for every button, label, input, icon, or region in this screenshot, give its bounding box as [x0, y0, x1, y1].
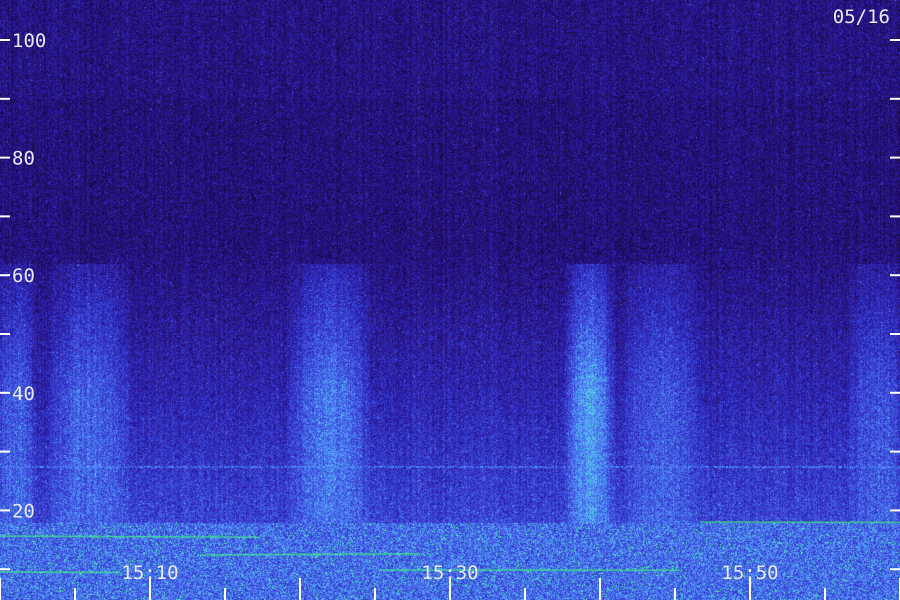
y-tick-label: 100: [12, 30, 46, 52]
x-tick-label: 15:30: [421, 562, 478, 584]
y-tick-label: 40: [12, 383, 35, 405]
x-tick-label: 15:50: [721, 562, 778, 584]
y-tick-label: 80: [12, 148, 35, 170]
spectrogram-chart: 20 40 60 80 100 15:10 15:30 15:50 05/16: [0, 0, 900, 600]
chart-axes: 20 40 60 80 100 15:10 15:30 15:50: [0, 30, 900, 600]
y-tick-label: 20: [12, 500, 35, 522]
y-tick-label: 60: [12, 265, 35, 287]
date-label: 05/16: [832, 6, 890, 28]
x-tick-label: 15:10: [121, 562, 178, 584]
